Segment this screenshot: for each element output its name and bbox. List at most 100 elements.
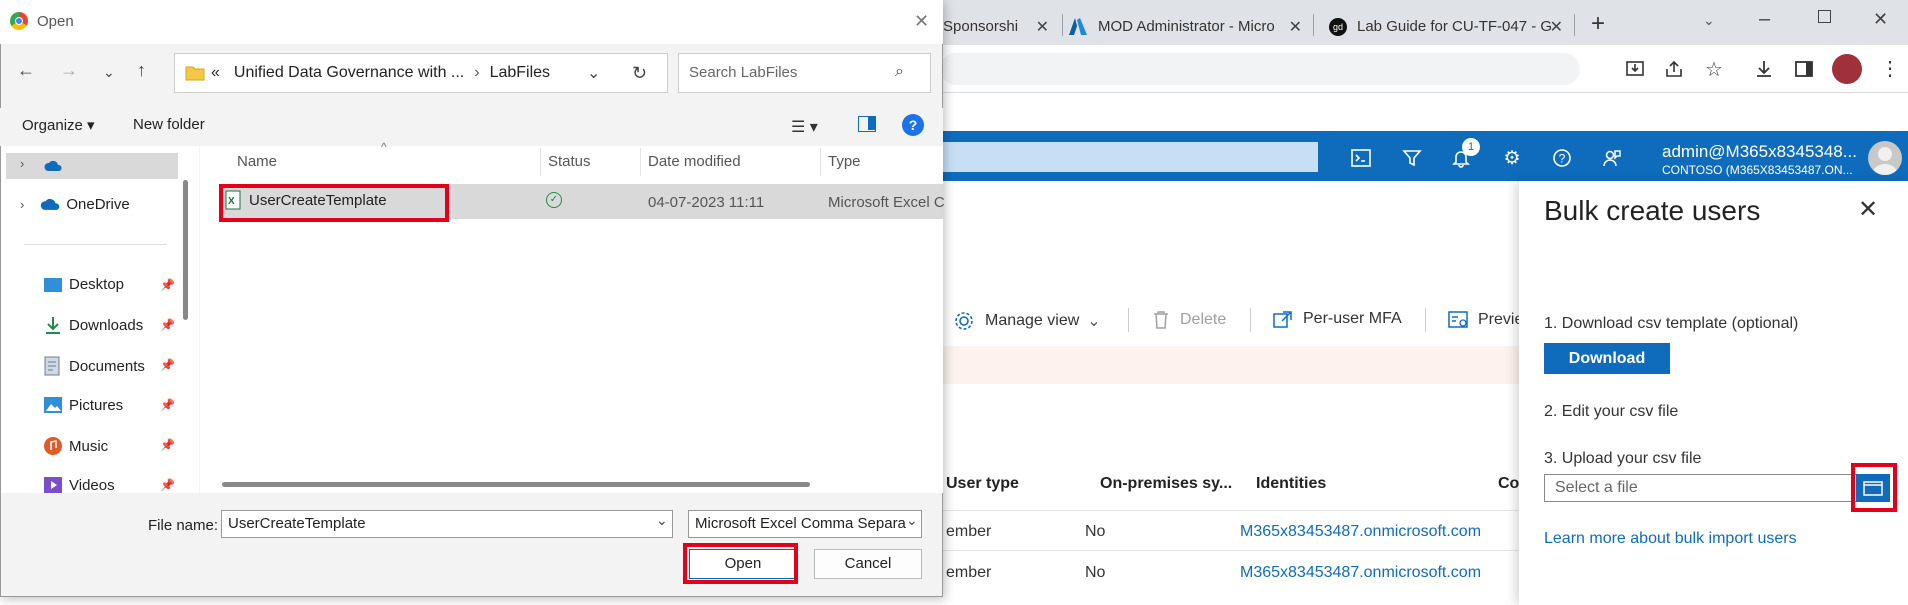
documents-icon — [44, 356, 60, 376]
browser-tab-mod-administrator[interactable]: MOD Administrator - Micro ✕ — [1068, 8, 1308, 45]
column-header-company[interactable]: Co — [1498, 475, 1519, 493]
learn-more-link[interactable]: Learn more about bulk import users — [1544, 530, 1797, 548]
folder-icon — [185, 66, 205, 81]
minimize-icon[interactable]: – — [1759, 8, 1770, 31]
column-divider[interactable] — [540, 148, 541, 176]
select-file-input[interactable]: Select a file — [1544, 474, 1857, 502]
nav-divider — [24, 244, 167, 245]
portal-search-box[interactable] — [943, 142, 1318, 172]
download-button[interactable]: Download — [1544, 343, 1670, 374]
onedrive-cloud-icon — [44, 160, 62, 171]
address-breadcrumb[interactable]: « Unified Data Governance with ... › Lab… — [174, 53, 668, 93]
nav-item-music[interactable]: Music — [43, 436, 108, 456]
new-folder-button[interactable]: New folder — [133, 116, 205, 133]
chevron-down-icon[interactable]: ⌄ — [1703, 12, 1715, 29]
column-header-name[interactable]: Name — [237, 153, 277, 170]
nav-item-videos[interactable]: Videos — [43, 476, 115, 494]
nav-label: Documents — [69, 357, 145, 375]
profile-avatar[interactable] — [1832, 54, 1862, 84]
chrome-icon — [10, 12, 28, 30]
column-header-user-type[interactable]: User type — [946, 475, 1019, 493]
download-icon[interactable] — [1750, 55, 1778, 83]
file-date-cell: 04-07-2023 11:11 — [648, 194, 765, 211]
per-user-mfa-button[interactable]: Per-user MFA — [1273, 310, 1402, 328]
nav-item-onedrive[interactable]: › OneDrive — [20, 196, 130, 213]
highlight-box — [219, 184, 449, 222]
identity-link[interactable]: M365x83453487.onmicrosoft.com — [1240, 523, 1481, 541]
gd-icon: gd — [1329, 17, 1347, 36]
directory-filter-icon[interactable] — [1397, 143, 1427, 173]
chevron-down-icon[interactable]: ⌄ — [656, 512, 668, 529]
chevron-down-icon[interactable]: ⌄ — [587, 63, 600, 83]
command-separator — [1425, 308, 1426, 332]
close-icon[interactable]: ✕ — [1550, 17, 1563, 37]
nav-label: OneDrive — [66, 196, 130, 213]
close-icon[interactable]: ✕ — [914, 11, 929, 32]
file-list-scrollbar[interactable] — [222, 482, 810, 487]
side-panel-icon[interactable] — [1790, 55, 1818, 83]
close-icon[interactable]: ✕ — [1036, 17, 1049, 37]
cloud-shell-icon[interactable] — [1346, 143, 1376, 173]
browser-tab-sponsorship[interactable]: Sponsorshi ✕ — [943, 8, 1055, 45]
browser-tab-lab-guide[interactable]: gd Lab Guide for CU-TF-047 - G ✕ — [1329, 8, 1569, 45]
column-header-identities[interactable]: Identities — [1256, 475, 1326, 493]
nav-scrollbar[interactable] — [183, 180, 188, 320]
column-divider[interactable] — [640, 148, 641, 176]
column-header-date-modified[interactable]: Date modified — [648, 153, 741, 170]
search-labfiles-input[interactable]: Search LabFiles — [678, 53, 931, 93]
column-header-type[interactable]: Type — [828, 153, 861, 170]
nav-item-downloads[interactable]: Downloads — [43, 316, 143, 334]
bookmark-star-icon[interactable]: ☆ — [1700, 55, 1728, 83]
help-icon[interactable]: ? — [1547, 143, 1577, 173]
breadcrumb-current[interactable]: LabFiles — [490, 64, 550, 82]
nav-item-account[interactable]: › — [6, 153, 178, 179]
close-icon[interactable]: ✕ — [1289, 17, 1302, 37]
share-icon[interactable] — [1660, 55, 1688, 83]
account-name[interactable]: admin@M365x8345348... — [1662, 142, 1857, 162]
recent-locations-chevron-icon[interactable]: ⌄ — [103, 64, 115, 81]
new-tab-button[interactable]: + — [1591, 10, 1605, 38]
back-arrow-icon[interactable]: ← — [17, 60, 35, 81]
nav-item-documents[interactable]: Documents — [43, 356, 145, 376]
chevron-right-icon: › — [20, 156, 25, 171]
breadcrumb-overflow[interactable]: « — [211, 64, 220, 82]
forward-arrow-icon[interactable]: → — [60, 60, 78, 81]
window-close-icon[interactable]: ✕ — [1873, 9, 1888, 30]
account-avatar[interactable] — [1868, 141, 1902, 175]
sync-status-check-icon: ✓ — [546, 192, 562, 208]
column-header-status[interactable]: Status — [548, 153, 591, 170]
desktop-icon — [44, 277, 62, 292]
close-icon[interactable]: ✕ — [1856, 198, 1880, 222]
refresh-icon[interactable]: ↻ — [632, 63, 647, 84]
preview-icon — [1448, 311, 1468, 328]
tab-separator — [1574, 14, 1575, 36]
view-options-icon[interactable]: ☰ ▾ — [791, 117, 818, 137]
address-bar[interactable] — [940, 53, 1580, 85]
nav-item-desktop[interactable]: Desktop — [43, 276, 124, 293]
pin-icon: 📌 — [160, 278, 175, 292]
column-header-on-premises-sync[interactable]: On-premises sy... — [1100, 475, 1232, 493]
panel-title: Bulk create users — [1544, 195, 1761, 226]
install-app-icon[interactable] — [1621, 55, 1649, 83]
more-options-icon[interactable]: ⋮ — [1880, 56, 1900, 81]
manage-view-button[interactable]: Manage view ⌄ — [953, 310, 1101, 332]
preview-pane-icon[interactable] — [858, 116, 876, 132]
preview-features-button[interactable]: Previe — [1448, 310, 1523, 330]
nav-item-pictures[interactable]: Pictures — [43, 396, 123, 414]
cancel-button[interactable]: Cancel — [814, 549, 922, 579]
settings-gear-icon[interactable]: ⚙ — [1497, 143, 1527, 173]
restore-icon[interactable] — [1818, 10, 1831, 23]
file-name-input[interactable]: UserCreateTemplate — [221, 510, 673, 538]
up-arrow-icon[interactable]: ↑ — [137, 60, 146, 81]
gear-icon — [955, 312, 973, 330]
organize-menu[interactable]: Organize ▾ — [22, 116, 95, 134]
delete-button[interactable]: Delete — [1152, 310, 1226, 330]
info-banner — [943, 346, 1519, 384]
chevron-down-icon[interactable]: ⌄ — [906, 512, 918, 529]
feedback-icon[interactable] — [1597, 143, 1627, 173]
column-divider[interactable] — [820, 148, 821, 176]
file-type-select[interactable]: Microsoft Excel Comma Separa — [688, 510, 922, 538]
help-icon[interactable]: ? — [902, 114, 924, 136]
breadcrumb-parent[interactable]: Unified Data Governance with ... — [234, 64, 464, 82]
identity-link[interactable]: M365x83453487.onmicrosoft.com — [1240, 564, 1481, 582]
